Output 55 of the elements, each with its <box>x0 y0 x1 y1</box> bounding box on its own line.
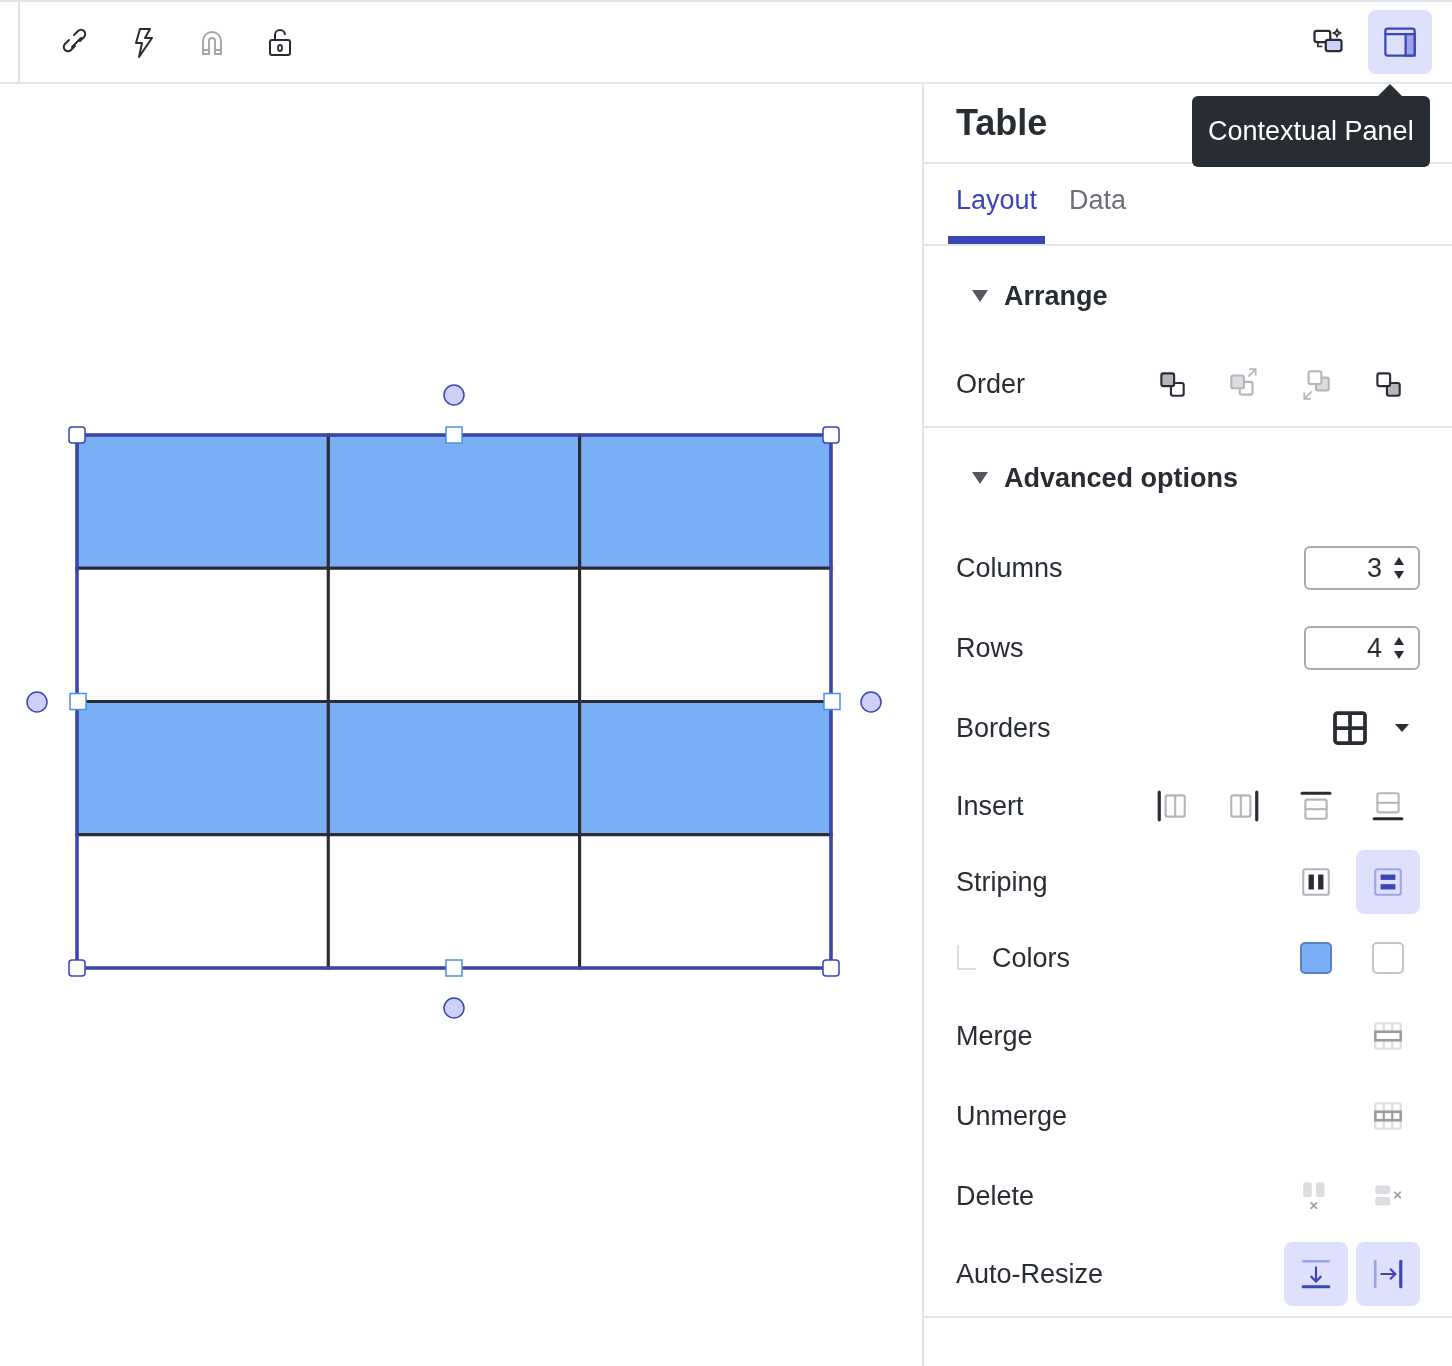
connection-point[interactable] <box>26 691 48 713</box>
stepper-value: 4 <box>1366 632 1382 664</box>
resize-handle[interactable] <box>445 426 463 444</box>
resize-handle[interactable] <box>822 426 840 444</box>
insert-column-left-icon <box>1155 789 1189 823</box>
tooltip: Contextual Panel <box>1192 96 1430 167</box>
property-label: Colors <box>992 942 1072 974</box>
property-label: Auto-Resize <box>956 1258 1105 1290</box>
panel-tab[interactable]: Layout <box>948 164 1046 244</box>
property-label: Order <box>956 368 1027 400</box>
resize-handle[interactable] <box>823 692 841 711</box>
tree-connector-icon <box>956 945 976 971</box>
number-stepper[interactable]: 4 <box>1304 626 1420 670</box>
toggle-button[interactable] <box>1284 1242 1348 1306</box>
connection-point[interactable] <box>860 691 882 713</box>
panel-title: Table <box>956 102 1048 144</box>
color-swatch[interactable] <box>1300 942 1332 974</box>
property-label: Insert <box>956 790 1025 822</box>
property-label: Striping <box>956 866 1049 898</box>
property-label: Rows <box>956 632 1025 664</box>
stepper-value: 3 <box>1366 552 1382 584</box>
property-label: Merge <box>956 1020 1034 1052</box>
insert-column-right-icon <box>1227 789 1261 823</box>
connection-point[interactable] <box>443 384 465 406</box>
panel-icon <box>1382 24 1418 60</box>
color-swatch[interactable] <box>1372 942 1404 974</box>
property-label: Delete <box>956 1180 1036 1212</box>
collapse-triangle-icon[interactable] <box>972 289 988 303</box>
merge-cells-icon <box>1371 1019 1405 1053</box>
fit-height-icon <box>1299 1257 1333 1291</box>
property-label: Borders <box>956 712 1052 744</box>
connection-point[interactable] <box>443 997 465 1019</box>
panel-tab[interactable]: Data <box>1061 164 1135 244</box>
insert-row-below-icon <box>1371 789 1405 823</box>
toolbar-button[interactable] <box>1368 10 1432 74</box>
unmerge-cells-icon <box>1371 1099 1405 1133</box>
resize-handle[interactable] <box>68 426 86 444</box>
caret-icon <box>1394 723 1410 733</box>
property-label: Columns <box>956 552 1064 584</box>
toggle-button[interactable] <box>1356 850 1420 914</box>
resize-handle[interactable] <box>445 959 463 977</box>
fit-width-icon <box>1371 1257 1405 1291</box>
grid-icon <box>1330 708 1370 748</box>
row-stripes-icon <box>1371 865 1405 899</box>
column-stripes-icon <box>1299 865 1333 899</box>
number-stepper[interactable]: 3 <box>1304 546 1420 590</box>
toggle-button[interactable] <box>1356 1242 1420 1306</box>
resize-handle[interactable] <box>822 959 840 977</box>
collapse-triangle-icon[interactable] <box>972 471 988 485</box>
property-label: Unmerge <box>956 1100 1069 1132</box>
resize-handle[interactable] <box>69 692 87 711</box>
insert-row-above-icon <box>1299 789 1333 823</box>
section-title: Advanced options <box>1004 462 1239 494</box>
resize-handle[interactable] <box>68 959 86 977</box>
section-title: Arrange <box>1004 280 1108 312</box>
